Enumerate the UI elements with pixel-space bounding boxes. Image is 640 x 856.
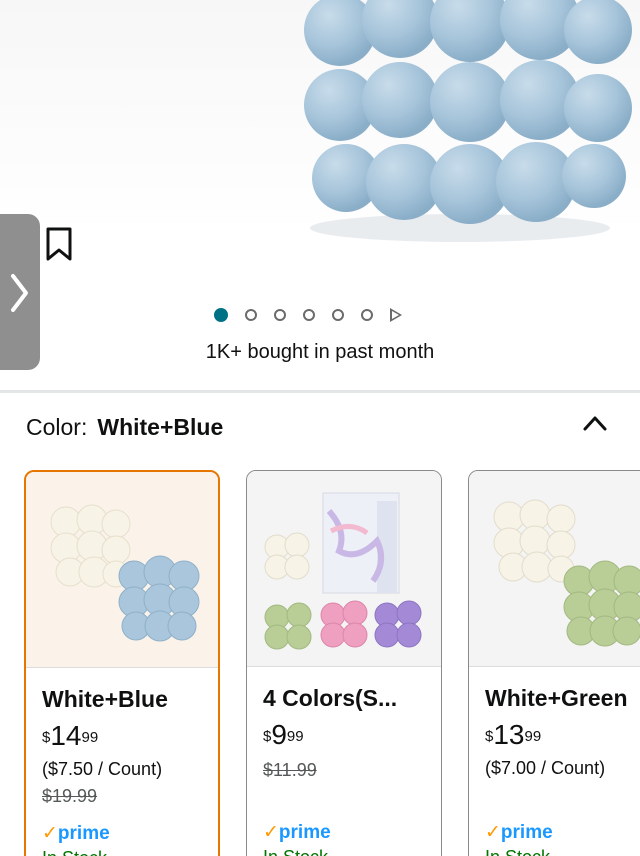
list-price: $19.99 [42,786,98,806]
white-green-candles-image [493,499,640,647]
color-option-card[interactable]: 4 Colors(S... $999 $11.99 ✓prime In Stoc… [246,470,442,856]
option-price: $1399 [485,720,640,750]
prime-check-icon: ✓ [485,822,501,843]
carousel-dot-4[interactable] [303,309,315,321]
unit-price: ($7.00 / Count) [485,758,606,778]
prime-label: prime [57,823,110,844]
option-name: 4 Colors(S... [263,685,398,711]
price-whole: 9 [271,719,287,750]
color-label: Color: [26,414,88,440]
price-whole: 14 [50,720,82,751]
four-colors-candles-image [264,492,422,650]
currency-symbol: $ [485,728,494,745]
stock-status: In Stock [485,847,550,856]
option-name: White+Green [485,685,628,711]
option-price: $1499 [42,721,218,751]
chevron-right-icon [11,274,28,312]
carousel-dot-2[interactable] [245,309,257,321]
prime-badge: ✓prime [485,821,553,844]
selected-color-value: White+Blue [97,414,224,440]
option-thumbnail [26,472,218,668]
white-blue-candles-image [50,504,200,642]
carousel-dot-5[interactable] [332,309,344,321]
bubble-candle-blue-image[interactable] [280,0,640,250]
prime-check-icon: ✓ [42,823,58,844]
price-cents: 99 [81,729,99,746]
option-thumbnail [247,471,441,667]
color-options-carousel[interactable]: White+Blue $1499 ($7.50 / Count) $19.99 … [24,470,640,856]
section-divider [0,390,640,393]
currency-symbol: $ [42,729,51,746]
bookmark-icon[interactable] [44,226,74,262]
price-whole: 13 [493,719,525,750]
unit-price: ($7.50 / Count) [42,759,163,779]
carousel-dot-1[interactable] [214,308,228,322]
color-selection-header: Color: White+Blue [26,414,223,441]
stock-status: In Stock [42,848,107,856]
prime-label: prime [278,822,331,843]
prime-badge: ✓prime [263,821,331,844]
product-image-gallery[interactable]: 1K+ bought in past month [0,0,640,390]
image-carousel-dots [214,305,402,325]
chevron-up-icon[interactable] [582,414,608,432]
color-option-card[interactable]: White+Green $1399 ($7.00 / Count) ✓prime… [468,470,640,856]
prime-check-icon: ✓ [263,822,279,843]
option-price: $999 [263,720,441,750]
carousel-dot-6[interactable] [361,309,373,321]
list-price: $11.99 [263,760,317,780]
option-name: White+Blue [42,686,168,712]
video-play-icon[interactable] [390,308,402,322]
price-cents: 99 [524,728,542,745]
prime-badge: ✓prime [42,822,110,845]
color-option-card[interactable]: White+Blue $1499 ($7.50 / Count) $19.99 … [24,470,220,856]
carousel-dot-3[interactable] [274,309,286,321]
prime-label: prime [500,822,553,843]
price-cents: 99 [286,728,304,745]
stock-status: In Stock [263,847,328,856]
bought-in-past-month: 1K+ bought in past month [205,341,435,363]
option-thumbnail [469,471,640,667]
currency-symbol: $ [263,728,272,745]
